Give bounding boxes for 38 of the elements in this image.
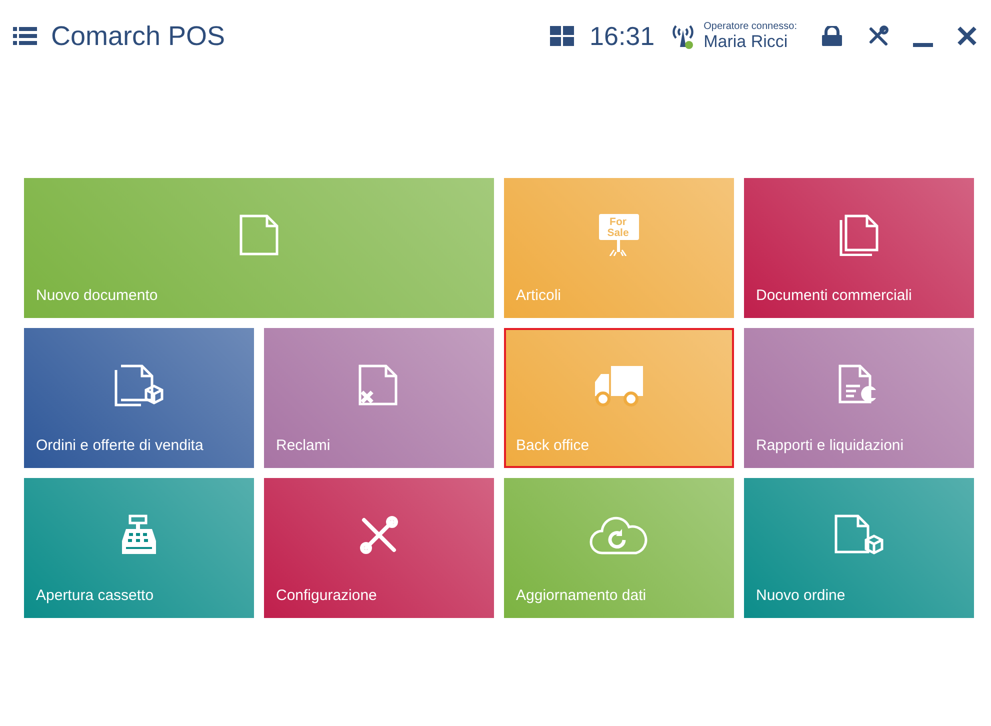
- menu-tile[interactable]: Configurazione: [264, 478, 494, 618]
- menu-tile[interactable]: Nuovo documento: [24, 178, 494, 318]
- grid-icon: [550, 26, 574, 46]
- minimize-icon: [913, 43, 933, 47]
- document-x-icon: [358, 364, 400, 406]
- menu-tile[interactable]: Nuovo ordine: [744, 478, 974, 618]
- tiles-view-button[interactable]: [550, 26, 574, 46]
- signal-icon: [670, 22, 696, 50]
- documents-box-icon: [114, 364, 164, 408]
- tools-icon: [358, 514, 400, 556]
- menu-button[interactable]: [13, 27, 37, 45]
- menu-tile[interactable]: Back office: [504, 328, 734, 468]
- operator-label: Operatore connesso:: [704, 20, 797, 32]
- cloud-refresh-icon: [588, 514, 650, 556]
- tools-icon: [867, 25, 889, 47]
- close-icon: [957, 26, 977, 46]
- documents-icon: [839, 214, 879, 256]
- menu-tile[interactable]: Aggiornamento dati: [504, 478, 734, 618]
- menu-icon: [13, 27, 37, 45]
- menu-tile[interactable]: Reclami: [264, 328, 494, 468]
- menu-tile[interactable]: For Sale Articoli: [504, 178, 734, 318]
- menu-tile[interactable]: Documenti commerciali: [744, 178, 974, 318]
- clock-time: 16:31: [590, 20, 655, 52]
- sign-text: Sale: [607, 227, 629, 239]
- settings-button[interactable]: [867, 25, 889, 47]
- truck-icon: [593, 364, 645, 408]
- operator-name: Maria Ricci: [704, 32, 789, 52]
- sign-board-drawing: [599, 214, 639, 256]
- close-button[interactable]: [957, 26, 977, 46]
- cash-register-icon: [120, 514, 158, 556]
- sign-text: For: [610, 216, 626, 228]
- document-icon: [239, 214, 279, 256]
- lock-icon: [821, 26, 843, 46]
- menu-tile[interactable]: Apertura cassetto: [24, 478, 254, 618]
- menu-tile[interactable]: Rapporti e liquidazioni: [744, 328, 974, 468]
- app-title: Comarch POS: [51, 20, 226, 53]
- lock-button[interactable]: [821, 26, 843, 46]
- menu-tile[interactable]: Ordini e offerte di vendita: [24, 328, 254, 468]
